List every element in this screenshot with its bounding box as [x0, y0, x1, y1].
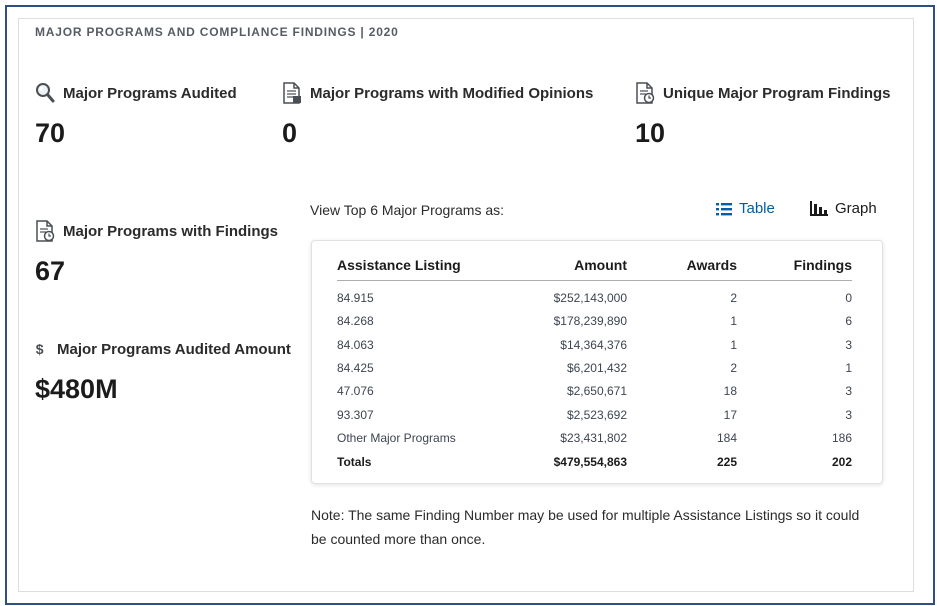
- stat-value: 10: [635, 118, 666, 148]
- list-icon: [716, 202, 732, 215]
- cell-findings: 0: [845, 291, 852, 306]
- table-row: 47.076 $2,650,671 18 3: [337, 380, 852, 403]
- table-row: 93.307 $2,523,692 17 3: [337, 403, 852, 426]
- cell-findings: 186: [831, 431, 852, 446]
- cell-assistance-listing: 84.915: [337, 291, 374, 306]
- column-header-findings[interactable]: Findings: [737, 252, 852, 281]
- bar-chart-icon: [810, 201, 828, 216]
- cell-amount: $14,364,376: [560, 337, 627, 352]
- stat-label: Major Programs Audited: [63, 84, 237, 102]
- stat-programs-with-findings: Major Programs with Findings 67: [35, 220, 278, 287]
- stat-programs-audited: Major Programs Audited 70: [35, 82, 237, 149]
- table-header-row: Assistance Listing Amount Awards Finding…: [337, 252, 852, 281]
- table-row: Other Major Programs $23,431,802 184 186: [337, 426, 852, 449]
- cell-totals-label: Totals: [337, 454, 372, 469]
- cell-amount: $2,523,692: [566, 407, 627, 422]
- stat-audited-amount: $ Major Programs Audited Amount $480M: [35, 338, 291, 405]
- cell-assistance-listing: 84.268: [337, 314, 374, 329]
- stat-label: Major Programs Audited Amount: [57, 340, 291, 358]
- cell-awards: 1: [730, 337, 737, 352]
- column-header-amount[interactable]: Amount: [497, 252, 627, 281]
- document-clock-icon: [636, 82, 655, 104]
- table-row: 84.425 $6,201,432 2 1: [337, 356, 852, 379]
- graph-view-label: Graph: [835, 200, 877, 217]
- cell-findings: 6: [845, 314, 852, 329]
- table-row: 84.915 $252,143,000 2 0: [337, 281, 852, 310]
- graph-view-button[interactable]: Graph: [810, 200, 877, 217]
- table-view-button[interactable]: Table: [716, 200, 775, 217]
- cell-assistance-listing: 93.307: [337, 407, 374, 422]
- view-toggle-label: View Top 6 Major Programs as:: [310, 202, 505, 218]
- cell-total-findings: 202: [831, 454, 852, 469]
- cell-awards: 18: [723, 384, 737, 399]
- programs-table-card: Assistance Listing Amount Awards Finding…: [311, 240, 883, 484]
- column-header-assistance-listing[interactable]: Assistance Listing: [337, 252, 497, 281]
- cell-assistance-listing: 84.425: [337, 360, 374, 375]
- cell-findings: 1: [845, 360, 852, 375]
- svg-text:$: $: [36, 341, 44, 357]
- table-totals-row: Totals $479,554,863 225 202: [337, 450, 852, 473]
- cell-awards: 2: [730, 360, 737, 375]
- document-clock-icon: [36, 220, 55, 242]
- cell-total-amount: $479,554,863: [553, 454, 627, 469]
- stat-value: 67: [35, 256, 66, 286]
- dollar-icon: $: [36, 341, 44, 357]
- cell-awards: 1: [730, 314, 737, 329]
- cell-assistance-listing: 84.063: [337, 337, 374, 352]
- stat-modified-opinions: Major Programs with Modified Opinions 0: [282, 82, 593, 149]
- table-row: 84.063 $14,364,376 1 3: [337, 333, 852, 356]
- cell-findings: 3: [845, 337, 852, 352]
- stat-value: $480M: [35, 374, 118, 404]
- cell-total-awards: 225: [716, 454, 737, 469]
- stat-label: Major Programs with Modified Opinions: [310, 84, 594, 102]
- table-view-label: Table: [739, 200, 775, 217]
- stat-label: Unique Major Program Findings: [663, 84, 891, 102]
- cell-amount: $23,431,802: [560, 431, 627, 446]
- table-row: 84.268 $178,239,890 1 6: [337, 310, 852, 333]
- stat-value: 70: [35, 118, 66, 148]
- cell-amount: $178,239,890: [553, 314, 627, 329]
- cell-amount: $252,143,000: [553, 291, 627, 306]
- cell-findings: 3: [845, 384, 852, 399]
- section-title: MAJOR PROGRAMS AND COMPLIANCE FINDINGS |…: [35, 25, 399, 39]
- magnifier-icon: [36, 83, 55, 103]
- programs-table: Assistance Listing Amount Awards Finding…: [337, 252, 852, 473]
- stat-unique-findings: Unique Major Program Findings 10: [635, 82, 891, 149]
- document-icon: [283, 82, 301, 104]
- cell-awards: 184: [716, 431, 737, 446]
- cell-awards: 2: [730, 291, 737, 306]
- stat-label: Major Programs with Findings: [63, 222, 279, 240]
- table-note: Note: The same Finding Number may be use…: [311, 507, 860, 547]
- cell-amount: $2,650,671: [566, 384, 627, 399]
- cell-assistance-listing: Other Major Programs: [337, 431, 456, 446]
- cell-awards: 17: [723, 407, 737, 422]
- stat-value: 0: [282, 118, 298, 148]
- cell-amount: $6,201,432: [566, 360, 627, 375]
- cell-findings: 3: [845, 407, 852, 422]
- cell-assistance-listing: 47.076: [337, 384, 374, 399]
- column-header-awards[interactable]: Awards: [627, 252, 737, 281]
